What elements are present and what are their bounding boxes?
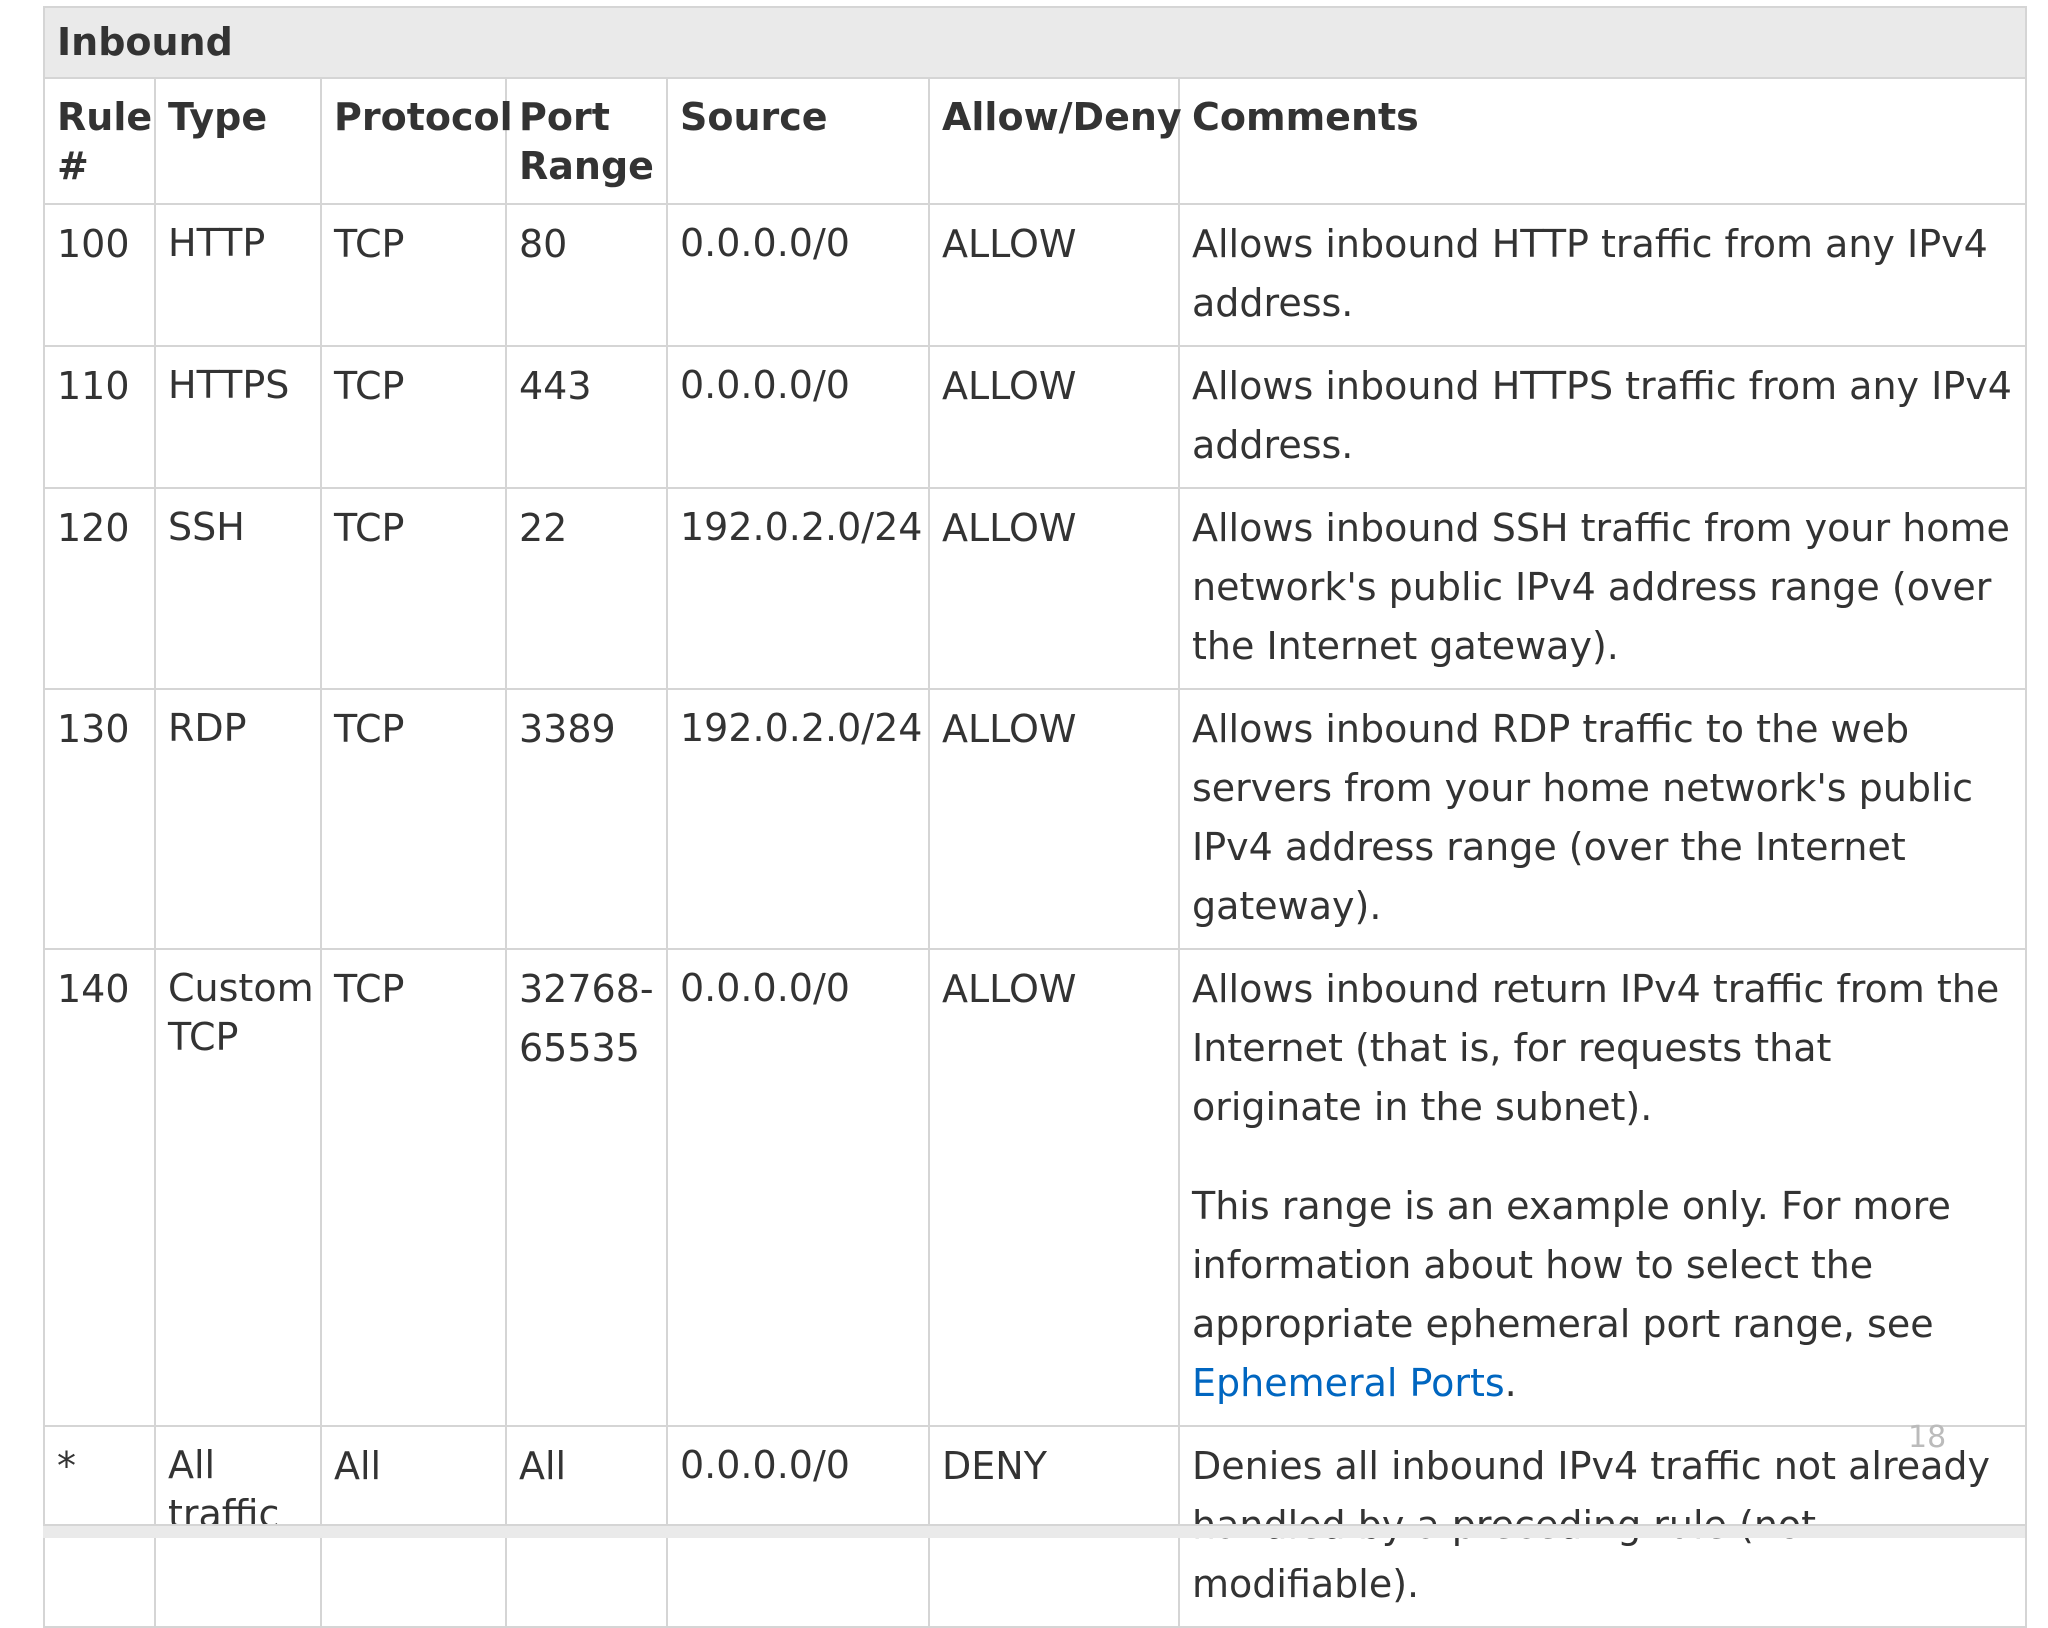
cell-protocol: TCP [320, 487, 507, 690]
cell-action: ALLOW [928, 203, 1180, 347]
comment-note-text: This range is an example only. For more … [1192, 1184, 1951, 1346]
inbound-rules-table: Inbound Rule # Type Protocol Port Range … [42, 6, 2028, 1628]
cell-protocol: TCP [320, 688, 507, 950]
cell-comment: Allows inbound SSH traffic from your hom… [1177, 487, 2028, 690]
cell-source: 192.0.2.0/24 [666, 688, 930, 950]
comment-paragraph: Allows inbound return IPv4 traffic from … [1192, 967, 2000, 1129]
header-type: Type [154, 77, 322, 205]
cell-type: SSH [154, 487, 322, 690]
header-rule-number: Rule # [43, 77, 156, 205]
cell-protocol: TCP [320, 345, 507, 489]
header-protocol: Protocol [320, 77, 513, 205]
cell-rule: 130 [43, 688, 156, 950]
cell-source: 0.0.0.0/0 [666, 345, 930, 489]
cell-port: 3389 [505, 688, 668, 950]
cell-comment: Allows inbound HTTPS traffic from any IP… [1177, 345, 2028, 489]
table-row: 140 Custom TCP TCP 32768-65535 0.0.0.0/0… [43, 948, 2028, 1427]
cell-comment: Allows inbound HTTP traffic from any IPv… [1177, 203, 2028, 347]
page-number: 18 [1908, 1420, 1947, 1455]
cell-action: ALLOW [928, 345, 1180, 489]
cell-rule: 120 [43, 487, 156, 690]
inbound-rules-table-container: Inbound Rule # Type Protocol Port Range … [42, 6, 2028, 1628]
cell-type: HTTPS [154, 345, 322, 489]
cell-rule: 110 [43, 345, 156, 489]
table-row: 100 HTTP TCP 80 0.0.0.0/0 ALLOW Allows i… [43, 203, 2028, 347]
cell-port: 22 [505, 487, 668, 690]
table-header-row: Rule # Type Protocol Port Range Source A… [43, 77, 2028, 205]
table-row: 130 RDP TCP 3389 192.0.2.0/24 ALLOW Allo… [43, 688, 2028, 950]
cell-action: ALLOW [928, 948, 1180, 1427]
comment-note-suffix: . [1504, 1361, 1517, 1405]
cell-port: 443 [505, 345, 668, 489]
cell-port: 80 [505, 203, 668, 347]
ephemeral-ports-link[interactable]: Ephemeral Ports [1192, 1361, 1505, 1405]
header-comments: Comments [1177, 77, 2028, 205]
cell-rule: 140 [43, 948, 156, 1427]
cell-comment: Allows inbound return IPv4 traffic from … [1177, 948, 2028, 1427]
cell-source: 192.0.2.0/24 [666, 487, 930, 690]
cell-source: 0.0.0.0/0 [666, 203, 930, 347]
cell-source: 0.0.0.0/0 [666, 948, 930, 1427]
cell-action: ALLOW [928, 487, 1180, 690]
table-caption: Inbound [42, 6, 2028, 79]
header-port-range: Port Range [505, 77, 668, 205]
header-allow-deny: Allow/Deny [928, 77, 1182, 205]
header-source: Source [666, 77, 930, 205]
cell-protocol: TCP [320, 203, 507, 347]
table-row: 120 SSH TCP 22 192.0.2.0/24 ALLOW Allows… [43, 487, 2028, 690]
comment-note-paragraph: This range is an example only. For more … [1192, 1177, 2013, 1413]
cell-type: Custom TCP [154, 948, 322, 1427]
cell-type: RDP [154, 688, 322, 950]
cell-protocol: TCP [320, 948, 507, 1427]
cell-rule: 100 [43, 203, 156, 347]
cell-action: ALLOW [928, 688, 1180, 950]
cell-port: 32768-65535 [505, 948, 668, 1427]
cell-comment: Allows inbound RDP traffic to the web se… [1177, 688, 2028, 950]
cell-type: HTTP [154, 203, 322, 347]
table-row: 110 HTTPS TCP 443 0.0.0.0/0 ALLOW Allows… [43, 345, 2028, 489]
